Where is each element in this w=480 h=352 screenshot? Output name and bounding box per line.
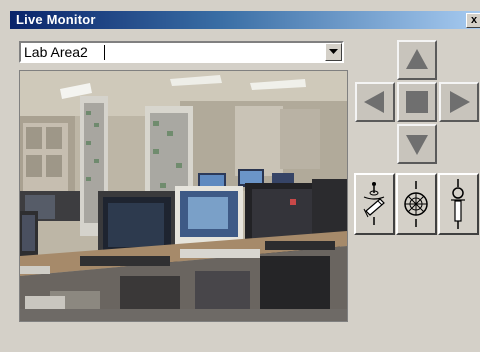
arrow-up-icon: [406, 49, 428, 69]
video-frame: [20, 71, 347, 321]
zoom-button[interactable]: [354, 173, 395, 235]
chevron-down-icon: [329, 49, 338, 54]
camera-select-dropdown-button[interactable]: [325, 43, 342, 61]
camera-select-value: Lab Area2: [24, 44, 88, 60]
home-button[interactable]: [397, 82, 437, 122]
iris-button[interactable]: [438, 173, 479, 235]
live-monitor-window: Live Monitor x Lab Area2: [0, 0, 480, 352]
text-cursor: [104, 45, 105, 60]
focus-button[interactable]: [396, 173, 437, 235]
square-stop-icon: [406, 91, 428, 113]
camera-select[interactable]: Lab Area2: [19, 41, 344, 63]
window-title: Live Monitor: [16, 12, 96, 27]
arrow-left-icon: [364, 91, 384, 113]
arrow-right-icon: [450, 91, 470, 113]
pan-right-button[interactable]: [439, 82, 479, 122]
zoom-icon: [363, 182, 385, 225]
pan-down-button[interactable]: [397, 124, 437, 164]
video-feed: [19, 70, 348, 322]
focus-icon: [404, 181, 428, 227]
pan-up-button[interactable]: [397, 40, 437, 80]
iris-icon: [451, 179, 465, 229]
pan-left-button[interactable]: [355, 82, 395, 122]
title-bar[interactable]: Live Monitor x: [10, 11, 480, 29]
arrow-down-icon: [406, 135, 428, 155]
close-button[interactable]: x: [466, 13, 480, 28]
